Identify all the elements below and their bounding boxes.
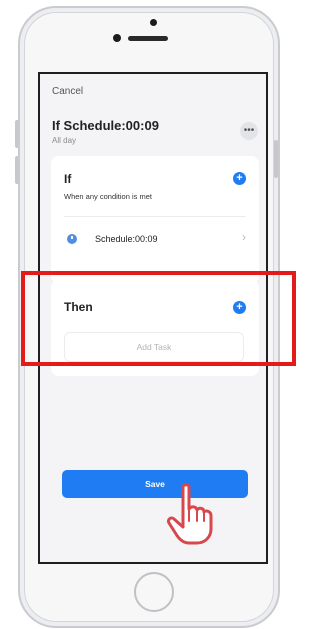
save-label: Save xyxy=(145,479,165,489)
schedule-clock-icon xyxy=(67,234,77,244)
if-section-title: If xyxy=(64,172,72,186)
home-button xyxy=(134,572,174,612)
power-button xyxy=(274,140,278,178)
divider xyxy=(64,216,246,217)
cancel-button[interactable]: Cancel xyxy=(52,86,83,97)
page-subtitle: All day xyxy=(52,136,77,145)
save-button[interactable]: Save xyxy=(62,470,248,498)
more-button[interactable]: ••• xyxy=(240,122,258,140)
volume-down-button xyxy=(15,156,19,184)
more-icon: ••• xyxy=(243,125,255,136)
hand-pointer-icon xyxy=(167,483,213,545)
page-title: If Schedule:00:09 xyxy=(52,118,159,133)
if-section-description: When any condition is met xyxy=(64,192,152,201)
add-condition-button[interactable]: + xyxy=(233,172,246,185)
add-icon: + xyxy=(236,172,243,184)
speaker-grille xyxy=(128,36,168,41)
front-camera-icon xyxy=(150,19,157,26)
volume-up-button xyxy=(15,120,19,148)
condition-label: Schedule:00:09 xyxy=(95,234,158,244)
if-card: If When any condition is met + Schedule:… xyxy=(51,156,259,284)
highlight-box xyxy=(21,271,296,366)
chevron-right-icon: › xyxy=(242,230,246,244)
sensor-icon xyxy=(113,34,121,42)
